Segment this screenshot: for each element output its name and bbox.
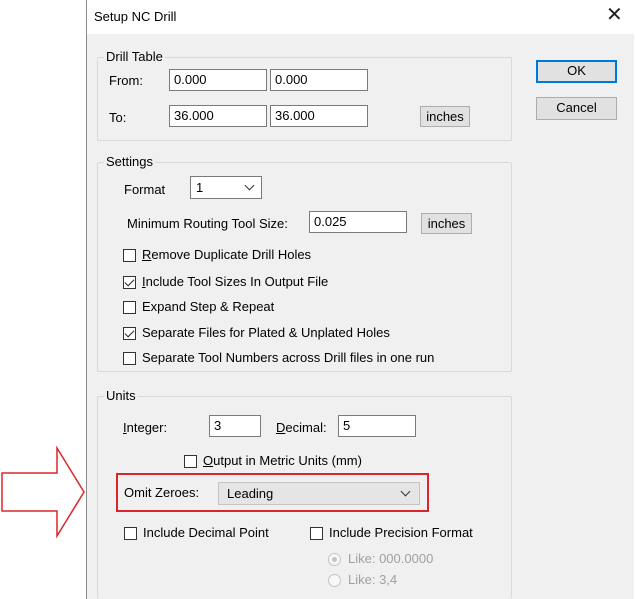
expand-step-repeat-label: Expand Step & Repeat bbox=[142, 299, 275, 314]
include-decimal-label: Include Decimal Point bbox=[143, 525, 269, 540]
min-routing-field[interactable]: 0.025 bbox=[309, 211, 407, 233]
cancel-button[interactable]: Cancel bbox=[536, 97, 617, 120]
to-label: To: bbox=[109, 110, 127, 125]
close-icon[interactable]: ✕ bbox=[606, 5, 623, 25]
metric-units-label: Output in Metric Units (mm) bbox=[203, 453, 362, 468]
setup-nc-drill-dialog: Setup NC Drill ✕ Drill Table From: 0.000… bbox=[86, 0, 635, 599]
drill-table-label: Drill Table bbox=[104, 49, 165, 64]
from-y-field[interactable]: 0.000 bbox=[270, 69, 368, 91]
min-routing-label: Minimum Routing Tool Size: bbox=[127, 216, 288, 231]
precision-radio-1[interactable] bbox=[328, 553, 341, 566]
chevron-down-icon bbox=[400, 486, 411, 497]
separate-files-checkbox[interactable] bbox=[123, 327, 136, 340]
precision-radio-2-label: Like: 3,4 bbox=[348, 572, 398, 587]
format-value: 1 bbox=[196, 180, 204, 195]
units-label: Units bbox=[104, 388, 138, 403]
separate-tool-numbers-label: Separate Tool Numbers across Drill files… bbox=[142, 350, 435, 365]
from-x-field[interactable]: 0.000 bbox=[169, 69, 267, 91]
decimal-label: Decimal: bbox=[276, 420, 327, 435]
from-label: From: bbox=[109, 73, 143, 88]
integer-field[interactable]: 3 bbox=[209, 415, 261, 437]
remove-duplicate-checkbox[interactable] bbox=[123, 249, 136, 262]
chevron-down-icon bbox=[244, 180, 255, 191]
to-x-field[interactable]: 36.000 bbox=[169, 105, 267, 127]
integer-label: Integer: bbox=[123, 420, 168, 435]
include-precision-label: Include Precision Format bbox=[329, 525, 473, 540]
format-label: Format bbox=[124, 182, 166, 197]
separate-tool-numbers-checkbox[interactable] bbox=[123, 352, 136, 365]
omit-zeroes-value: Leading bbox=[227, 486, 274, 501]
include-precision-checkbox[interactable] bbox=[310, 527, 323, 540]
precision-radio-2[interactable] bbox=[328, 574, 341, 587]
include-decimal-checkbox[interactable] bbox=[124, 527, 137, 540]
dialog-title: Setup NC Drill bbox=[94, 9, 177, 24]
precision-radio-1-label: Like: 000.0000 bbox=[348, 551, 434, 566]
min-routing-units-button[interactable]: inches bbox=[421, 213, 472, 234]
omit-zeroes-select[interactable]: Leading bbox=[218, 482, 420, 505]
decimal-field[interactable]: 5 bbox=[338, 415, 416, 437]
separate-files-label: Separate Files for Plated & Unplated Hol… bbox=[142, 325, 390, 340]
ok-button[interactable]: OK bbox=[536, 60, 617, 83]
expand-step-repeat-checkbox[interactable] bbox=[123, 301, 136, 314]
include-tool-sizes-checkbox[interactable] bbox=[123, 276, 136, 289]
metric-units-checkbox[interactable] bbox=[184, 455, 197, 468]
title-bar: Setup NC Drill ✕ bbox=[87, 0, 635, 34]
omit-zeroes-label: Omit Zeroes: bbox=[124, 485, 200, 500]
format-select[interactable]: 1 bbox=[190, 176, 262, 199]
include-tool-sizes-label: Include Tool Sizes In Output File bbox=[142, 274, 329, 289]
drill-table-units-button[interactable]: inches bbox=[420, 106, 470, 127]
callout-arrow-icon bbox=[1, 445, 85, 539]
remove-duplicate-label: Remove Duplicate Drill Holes bbox=[142, 247, 312, 262]
settings-label: Settings bbox=[104, 154, 155, 169]
to-y-field[interactable]: 36.000 bbox=[270, 105, 368, 127]
